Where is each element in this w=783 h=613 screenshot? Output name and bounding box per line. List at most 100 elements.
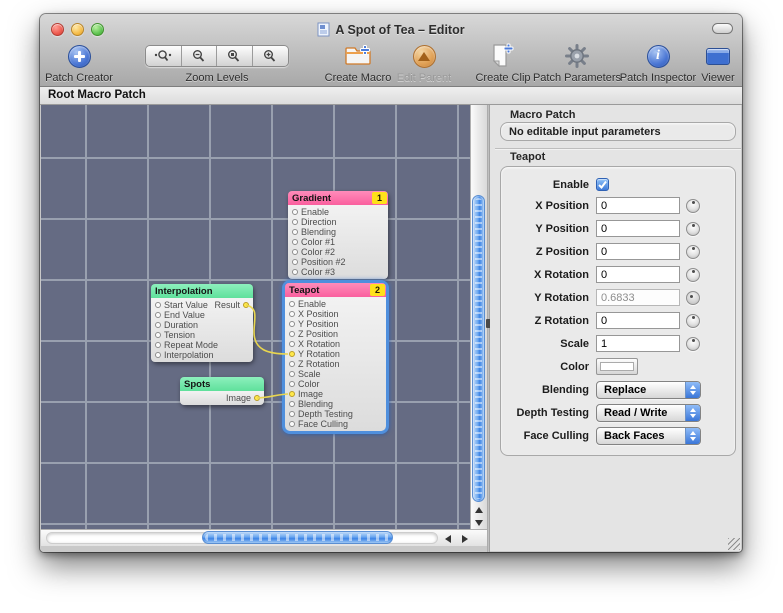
- node-header[interactable]: Gradient 1: [288, 191, 388, 205]
- knob-indicator: [692, 224, 695, 227]
- input-port[interactable]: [155, 322, 161, 328]
- popup-value: Back Faces: [597, 430, 685, 442]
- breadcrumb-bar: Root Macro Patch: [40, 87, 742, 105]
- knob-indicator: [692, 270, 695, 273]
- horizontal-scrollbar-thumb[interactable]: [202, 531, 393, 544]
- input-port[interactable]: [289, 401, 295, 407]
- input-port[interactable]: [292, 269, 298, 275]
- input-port[interactable]: [289, 351, 295, 357]
- value-knob[interactable]: [686, 199, 700, 213]
- param-field-scale[interactable]: [596, 335, 680, 352]
- teapot-parameters-box: EnableX PositionY PositionZ PositionX Ro…: [500, 166, 736, 456]
- node-interpolation[interactable]: Interpolation Start ValueResultEnd Value…: [151, 284, 253, 362]
- input-port[interactable]: [289, 371, 295, 377]
- horizontal-scrollbar[interactable]: [41, 529, 487, 546]
- value-knob[interactable]: [686, 222, 700, 236]
- toolbar-toggle-button[interactable]: [712, 23, 733, 34]
- node-header[interactable]: Spots: [180, 377, 264, 391]
- value-knob[interactable]: [686, 314, 700, 328]
- input-port[interactable]: [155, 332, 161, 338]
- vertical-scrollbar-thumb[interactable]: [472, 195, 485, 502]
- input-port[interactable]: [289, 381, 295, 387]
- section-label-macro-patch: Macro Patch: [510, 109, 575, 121]
- port-label: Color #2: [301, 247, 335, 257]
- input-port[interactable]: [289, 421, 295, 427]
- param-field-z-rotation[interactable]: [596, 312, 680, 329]
- input-port[interactable]: [289, 311, 295, 317]
- editor-canvas[interactable]: Gradient 1 EnableDirectionBlendingColor …: [41, 105, 470, 529]
- color-well[interactable]: [596, 358, 638, 375]
- scroll-left-button[interactable]: [440, 531, 456, 546]
- port-row: Z Position: [285, 329, 386, 339]
- value-knob[interactable]: [686, 268, 700, 282]
- port-row: Repeat Mode: [151, 340, 253, 350]
- zoom-fit-button[interactable]: [217, 46, 253, 66]
- port-row: Depth Testing: [285, 409, 386, 419]
- toolbar-item-label: Patch Creator: [44, 72, 114, 84]
- node-spots[interactable]: Spots Image: [180, 377, 264, 405]
- section-label-teapot: Teapot: [510, 151, 545, 163]
- popup-face-culling[interactable]: Back Faces: [596, 427, 701, 445]
- scroll-right-button[interactable]: [457, 531, 473, 546]
- input-port[interactable]: [155, 342, 161, 348]
- node-header[interactable]: Interpolation: [151, 284, 253, 298]
- title-bar[interactable]: A Spot of Tea – Editor Patch Creator: [40, 14, 742, 87]
- popup-blending[interactable]: Replace: [596, 381, 701, 399]
- zoom-out-button[interactable]: [182, 46, 218, 66]
- input-port[interactable]: [289, 331, 295, 337]
- zoom-in-button[interactable]: [253, 46, 288, 66]
- zoom-actual-button[interactable]: [146, 46, 182, 66]
- value-knob[interactable]: [686, 337, 700, 351]
- port-row: Y Rotation: [285, 349, 386, 359]
- window-resize-grip[interactable]: [728, 538, 740, 550]
- node-header[interactable]: Teapot 2: [285, 283, 386, 297]
- output-port[interactable]: [243, 302, 249, 308]
- input-port[interactable]: [292, 239, 298, 245]
- input-port[interactable]: [289, 391, 295, 397]
- patch-creator-button[interactable]: Patch Creator: [44, 42, 114, 84]
- viewer-button[interactable]: Viewer: [693, 42, 743, 84]
- port-label: Repeat Mode: [164, 340, 218, 350]
- param-field-y-rotation[interactable]: [596, 289, 680, 306]
- param-field-x-rotation[interactable]: [596, 266, 680, 283]
- input-port[interactable]: [292, 209, 298, 215]
- input-port[interactable]: [289, 301, 295, 307]
- node-gradient[interactable]: Gradient 1 EnableDirectionBlendingColor …: [288, 191, 388, 279]
- param-label: Blending: [501, 384, 589, 396]
- param-field-z-position[interactable]: [596, 243, 680, 260]
- popup-depth-testing[interactable]: Read / Write: [596, 404, 701, 422]
- port-label: Color #1: [301, 237, 335, 247]
- plus-circle-icon: [68, 45, 91, 68]
- input-port[interactable]: [289, 361, 295, 367]
- param-field-y-position[interactable]: [596, 220, 680, 237]
- enable-checkbox[interactable]: [596, 178, 609, 191]
- input-port[interactable]: [289, 411, 295, 417]
- port-row: Enable: [285, 299, 386, 309]
- input-port[interactable]: [289, 321, 295, 327]
- parameter-row: Blending Replace: [501, 378, 735, 401]
- param-field-x-position[interactable]: [596, 197, 680, 214]
- input-port[interactable]: [155, 312, 161, 318]
- parameter-row: X Position: [501, 194, 735, 217]
- input-port[interactable]: [292, 259, 298, 265]
- input-port[interactable]: [155, 352, 161, 358]
- scroll-down-button[interactable]: [471, 516, 487, 529]
- input-port[interactable]: [292, 249, 298, 255]
- port-label: End Value: [164, 310, 205, 320]
- knob-indicator: [692, 201, 695, 204]
- scroll-up-button[interactable]: [471, 503, 487, 516]
- input-port[interactable]: [155, 302, 161, 308]
- node-teapot[interactable]: Teapot 2 EnableX PositionY PositionZ Pos…: [285, 283, 386, 431]
- parameter-row: Scale: [501, 332, 735, 355]
- input-port[interactable]: [292, 219, 298, 225]
- parameter-row: Depth TestingRead / Write: [501, 401, 735, 424]
- up-arrow-icon: [475, 507, 483, 513]
- output-port[interactable]: [254, 395, 260, 401]
- vertical-scrollbar[interactable]: [470, 105, 487, 529]
- value-knob[interactable]: [686, 291, 700, 305]
- value-knob[interactable]: [686, 245, 700, 259]
- create-macro-button[interactable]: Create Macro: [323, 42, 393, 84]
- parameter-row: Color: [501, 355, 735, 378]
- input-port[interactable]: [289, 341, 295, 347]
- input-port[interactable]: [292, 229, 298, 235]
